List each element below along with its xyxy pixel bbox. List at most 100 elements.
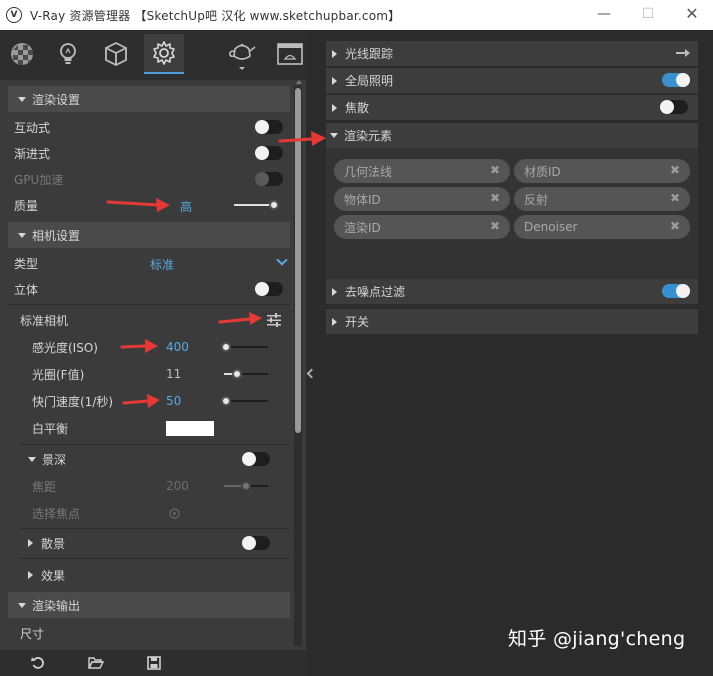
chip-label: 渲染ID xyxy=(344,220,381,235)
chip-label: 几何法线 xyxy=(344,164,393,179)
effects-row[interactable]: 效果 xyxy=(8,562,290,588)
iso-label: 感光度(ISO) xyxy=(32,340,98,355)
white-balance-label: 白平衡 xyxy=(32,421,69,436)
save-button[interactable] xyxy=(146,655,162,671)
tab-lights[interactable] xyxy=(48,34,88,74)
scroll-up-icon[interactable] xyxy=(296,80,302,84)
remove-x-icon[interactable]: ✖ xyxy=(670,163,680,177)
collapse-triangle-icon xyxy=(332,76,337,85)
gi-toggle[interactable] xyxy=(662,73,690,87)
progressive-label: 渐进式 xyxy=(14,146,51,161)
white-balance-swatch[interactable] xyxy=(166,421,214,436)
render-element-chip[interactable]: 物体ID ✖ xyxy=(334,187,510,211)
remove-x-icon[interactable]: ✖ xyxy=(670,219,680,233)
bokeh-row[interactable]: 散景 xyxy=(8,530,290,556)
quality-slider[interactable] xyxy=(234,200,279,210)
tab-render[interactable] xyxy=(222,34,262,74)
divider xyxy=(20,528,290,529)
render-elements-list: 几何法线 ✖ 材质ID ✖ 物体ID ✖ 反射 ✖ 渲染ID ✖ Denoise… xyxy=(326,148,698,280)
raytrace-row[interactable]: 光线跟踪 xyxy=(326,41,698,66)
tab-geometry[interactable] xyxy=(96,34,136,74)
adjust-sliders-icon[interactable] xyxy=(266,313,282,327)
tab-frame-buffer[interactable] xyxy=(270,34,310,74)
focus-distance-slider xyxy=(224,481,268,491)
switches-label: 开关 xyxy=(345,315,370,329)
tab-materials[interactable] xyxy=(2,34,42,74)
chevron-down-icon[interactable] xyxy=(276,254,288,266)
render-element-chip[interactable]: 反射 ✖ xyxy=(514,187,690,211)
bokeh-toggle[interactable] xyxy=(242,536,270,550)
panel-splitter[interactable] xyxy=(306,30,318,676)
scrollbar-thumb[interactable] xyxy=(295,88,301,433)
gpu-label: GPU加速 xyxy=(14,172,64,187)
save-icon xyxy=(147,656,161,670)
remove-x-icon[interactable]: ✖ xyxy=(490,191,500,205)
caustics-toggle[interactable] xyxy=(660,100,688,114)
dof-toggle[interactable] xyxy=(242,452,270,466)
shutter-value[interactable]: 50 xyxy=(166,394,181,408)
gi-label: 全局照明 xyxy=(345,74,394,88)
caustics-row[interactable]: 焦散 xyxy=(326,95,698,120)
render-element-chip[interactable]: 渲染ID ✖ xyxy=(334,215,510,239)
section-label: 相机设置 xyxy=(32,228,81,243)
render-element-chip[interactable]: Denoiser ✖ xyxy=(514,215,690,239)
chip-label: 物体ID xyxy=(344,192,381,207)
interactive-toggle[interactable] xyxy=(255,120,283,134)
render-element-chip[interactable]: 材质ID ✖ xyxy=(514,159,690,183)
focus-distance-label: 焦距 xyxy=(32,479,57,494)
dof-row[interactable]: 景深 xyxy=(8,446,290,472)
maximize-button[interactable]: ☐ xyxy=(636,4,660,24)
collapse-left-arrow-icon[interactable] xyxy=(306,368,317,379)
section-render-output[interactable]: 渲染输出 xyxy=(8,592,290,618)
reset-button[interactable] xyxy=(30,655,46,671)
reset-icon xyxy=(31,657,44,669)
collapse-triangle-icon xyxy=(28,571,33,579)
stereo-toggle[interactable] xyxy=(255,282,283,296)
fnumber-value[interactable]: 11 xyxy=(166,367,181,381)
focus-distance-row: 焦距 200 xyxy=(8,473,290,499)
caustics-label: 焦散 xyxy=(345,101,370,115)
tab-settings[interactable] xyxy=(144,34,184,74)
expand-triangle-icon xyxy=(18,602,26,608)
pin-arrow-icon[interactable] xyxy=(676,49,690,57)
switches-row[interactable]: 开关 xyxy=(326,309,698,334)
iso-slider[interactable] xyxy=(221,342,268,352)
pick-focus-row: 选择焦点 xyxy=(8,500,290,526)
camera-type-row: 类型 标准 xyxy=(8,250,290,276)
section-camera-settings[interactable]: 相机设置 xyxy=(8,222,290,248)
gi-row[interactable]: 全局照明 xyxy=(326,68,698,93)
gpu-toggle[interactable] xyxy=(255,172,283,186)
settings-list: 渲染设置 互动式 渐进式 GPU加速 质量 高 相机设置 类型 标准 立体 标准… xyxy=(8,86,290,648)
fnumber-slider[interactable] xyxy=(224,369,268,379)
minimize-button[interactable]: — xyxy=(592,4,616,24)
standard-camera-row: 标准相机 xyxy=(8,307,290,333)
collapse-triangle-icon xyxy=(332,103,337,112)
camera-type-value[interactable]: 标准 xyxy=(150,256,174,273)
render-teapot-icon xyxy=(229,43,256,70)
remove-x-icon[interactable]: ✖ xyxy=(490,219,500,233)
render-element-chip[interactable]: 几何法线 ✖ xyxy=(334,159,510,183)
collapse-triangle-icon xyxy=(332,317,337,326)
section-label: 渲染输出 xyxy=(32,598,81,613)
divider xyxy=(20,444,290,445)
section-render-settings[interactable]: 渲染设置 xyxy=(8,86,290,112)
category-tabbar xyxy=(0,30,306,80)
expand-triangle-icon xyxy=(28,456,36,462)
remove-x-icon[interactable]: ✖ xyxy=(670,191,680,205)
remove-x-icon[interactable]: ✖ xyxy=(490,163,500,177)
iso-value[interactable]: 400 xyxy=(166,340,189,354)
render-elements-label: 渲染元素 xyxy=(344,129,393,143)
denoiser-toggle[interactable] xyxy=(662,284,690,298)
shutter-slider[interactable] xyxy=(221,396,268,406)
render-elements-row[interactable]: 渲染元素 xyxy=(326,123,698,148)
denoiser-row[interactable]: 去噪点过滤 xyxy=(326,279,698,304)
open-button[interactable] xyxy=(88,655,104,671)
window-title: V-Ray 资源管理器 【SketchUp吧 汉化 www.sketchupba… xyxy=(30,8,401,23)
progressive-row: 渐进式 xyxy=(8,140,290,166)
progressive-toggle[interactable] xyxy=(255,146,283,160)
fnumber-label: 光圈(F值) xyxy=(32,367,85,382)
size-row: 尺寸 xyxy=(8,620,290,646)
settings-scrollbar[interactable] xyxy=(294,86,302,646)
close-button[interactable]: ✕ xyxy=(680,4,704,24)
gpu-row: GPU加速 xyxy=(8,166,290,192)
